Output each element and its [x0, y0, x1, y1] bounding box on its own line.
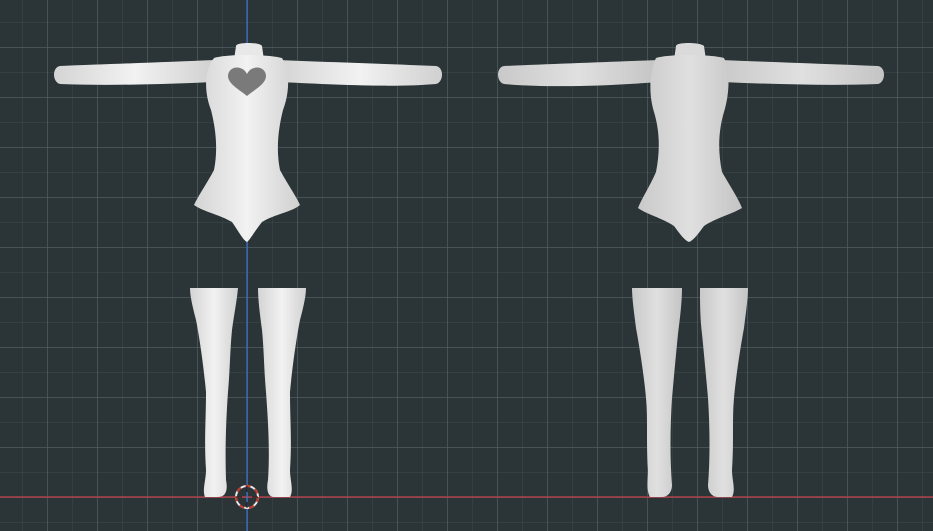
- back-left-arm: [498, 60, 658, 87]
- back-torso: [638, 55, 742, 242]
- front-leg-left: [190, 288, 238, 497]
- viewport-scene[interactable]: [0, 0, 933, 531]
- front-left-arm: [54, 60, 215, 85]
- back-leg-right: [700, 288, 748, 497]
- back-leg-left: [632, 288, 682, 497]
- back-right-arm: [720, 60, 884, 85]
- legs-front-view[interactable]: [190, 288, 306, 497]
- 3d-viewport[interactable]: [0, 0, 933, 531]
- legs-back-view[interactable]: [632, 288, 748, 497]
- front-right-arm: [278, 60, 442, 86]
- front-leg-right: [258, 288, 306, 497]
- bodysuit-front-view[interactable]: [54, 43, 442, 242]
- bodysuit-back-view[interactable]: [498, 43, 884, 242]
